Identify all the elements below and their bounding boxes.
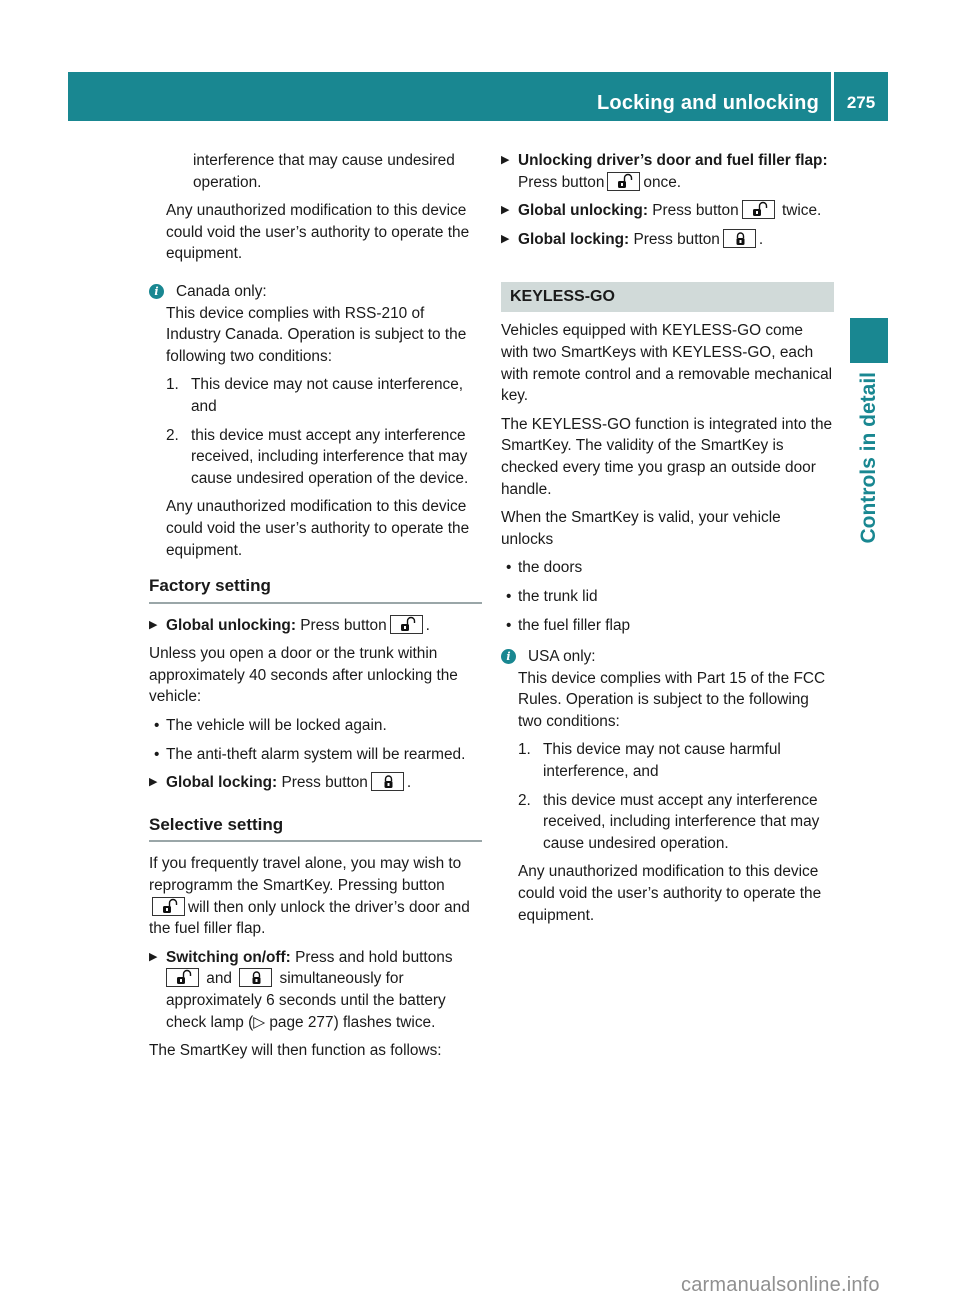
bullet-text: the doors [518, 559, 583, 577]
info-icon: i [501, 649, 516, 665]
selective-text-a: If you frequently travel alone, you may … [149, 855, 462, 895]
bullet-icon: • [154, 717, 160, 735]
bullet-icon: • [506, 616, 512, 634]
factory-bullet-2: • The anti-theft alarm system will be re… [149, 744, 482, 766]
selective-paragraph: If you frequently travel alone, you may … [149, 853, 482, 939]
left-column: interference that may cause undesired op… [149, 150, 482, 1069]
right-step-global-locking: ▶ Global locking: Press button. [501, 228, 834, 251]
bullet-icon: • [154, 745, 160, 763]
bullet-icon: • [506, 587, 512, 605]
canada-text: This device complies with RSS-210 of Ind… [166, 304, 467, 365]
intro-modification-note: Any unauthorized modification to this de… [166, 202, 470, 263]
factory-step-global-locking: ▶ Global locking: Press button. [149, 772, 482, 794]
condition-text: This device may not cause harmful interf… [543, 741, 781, 781]
condition-number: 2. [166, 426, 179, 444]
step-text: ) flashes twice. [333, 1013, 436, 1031]
side-tab-label: Controls in detail [857, 372, 880, 544]
watermark: carmanualsonline.info [681, 1274, 880, 1296]
info-icon: i [149, 283, 164, 299]
step-text: twice. [781, 202, 822, 220]
step-arrow-icon: ▶ [501, 204, 510, 217]
keyless-bullet-3: • the fuel filler flap [501, 615, 834, 637]
selective-step-switching: ▶ Switching on/off: Press and hold butto… [149, 947, 482, 1033]
right-column: ▶ Unlocking driver’s door and fuel fille… [501, 150, 834, 933]
selective-text-b: will then only unlock the driver’s door … [149, 898, 470, 938]
keyless-bullet-1: • the doors [501, 557, 834, 579]
usa-text: This device complies with Part 15 of the… [518, 669, 826, 730]
step-text: Press button [633, 230, 720, 248]
step-text: Press and hold buttons [295, 948, 453, 966]
canada-info-block: i Canada only: This device complies with… [149, 281, 482, 367]
condition-number: 1. [166, 376, 179, 394]
page-number: 275 [846, 93, 876, 112]
keyless-paragraph-2: The KEYLESS-GO function is integrated in… [501, 415, 833, 498]
keyless-paragraph-1: Vehicles equipped with KEYLESS-GO come w… [501, 322, 833, 405]
step-arrow-icon: ▶ [149, 618, 158, 631]
step-label: Switching on/off: [166, 948, 291, 966]
usa-condition-1: 1. This device may not cause harmful int… [501, 739, 834, 782]
canada-modification-note: Any unauthorized modification to this de… [166, 498, 470, 559]
right-step-global-unlocking: ▶ Global unlocking: Press button twice. [501, 200, 834, 222]
factory-bullet-1: • The vehicle will be locked again. [149, 715, 482, 737]
step-text: . [758, 230, 764, 248]
keyless-paragraph-3: When the SmartKey is valid, your vehicle… [501, 509, 781, 548]
step-label: Global locking: [518, 230, 630, 248]
step-text: Press button [281, 774, 368, 792]
unlock-key-icon [389, 614, 423, 634]
page-reference-link[interactable]: ▷ page 277 [253, 1014, 333, 1031]
keyless-go-heading: KEYLESS-GO [501, 282, 834, 313]
step-text: Press button [300, 616, 387, 634]
step-text: Press button [518, 173, 605, 191]
lock-key-icon [722, 228, 756, 248]
lock-key-icon [239, 968, 273, 988]
step-arrow-icon: ▶ [501, 232, 510, 245]
usa-condition-2: 2. this device must accept any interfere… [501, 790, 834, 855]
bullet-icon: • [506, 559, 512, 577]
bullet-text: the fuel filler flap [518, 616, 631, 634]
right-step-driver-door: ▶ Unlocking driver’s door and fuel fille… [501, 150, 834, 193]
step-label: Global unlocking: [166, 616, 296, 634]
canada-title: Canada only: [176, 282, 267, 300]
bullet-text: The vehicle will be locked again. [166, 717, 387, 735]
canada-condition-1: 1. This device may not cause interferenc… [149, 374, 482, 417]
unlock-key-icon [741, 200, 775, 220]
selective-setting-heading: Selective setting [149, 814, 482, 843]
bullet-text: The anti-theft alarm system will be rear… [166, 745, 466, 763]
unlock-key-icon [607, 171, 641, 191]
condition-number: 2. [518, 791, 531, 809]
usa-info-block: i USA only: This device complies with Pa… [501, 646, 834, 732]
unlock-key-icon [152, 896, 185, 916]
intro-continuation: interference that may cause undesired op… [193, 152, 455, 191]
factory-paragraph: Unless you open a door or the trunk with… [149, 645, 458, 706]
step-label: Unlocking driver’s door and fuel filler … [518, 152, 828, 169]
step-label: Global locking: [166, 774, 278, 792]
step-text: Press button [652, 202, 739, 220]
step-arrow-icon: ▶ [501, 154, 510, 166]
condition-text: this device must accept any interference… [191, 426, 469, 487]
step-text: and [206, 970, 232, 988]
selective-after: The SmartKey will then function as follo… [149, 1042, 442, 1060]
condition-text: this device must accept any interference… [543, 791, 820, 852]
lock-key-icon [370, 772, 404, 792]
factory-step-global-unlocking: ▶ Global unlocking: Press button. [149, 614, 482, 637]
unlock-key-icon [166, 968, 199, 988]
step-arrow-icon: ▶ [149, 776, 158, 789]
factory-setting-heading: Factory setting [149, 575, 482, 604]
step-arrow-icon: ▶ [149, 950, 158, 963]
condition-text: This device may not cause interference, … [191, 376, 464, 415]
condition-number: 1. [518, 741, 531, 759]
canada-condition-2: 2. this device must accept any interfere… [149, 425, 482, 490]
step-text: once. [643, 173, 682, 191]
usa-modification-note: Any unauthorized modification to this de… [518, 863, 822, 924]
chapter-title: Locking and unlocking [597, 92, 819, 114]
keyless-bullet-2: • the trunk lid [501, 586, 834, 608]
step-label: Global unlocking: [518, 202, 648, 220]
usa-title: USA only: [528, 648, 596, 666]
side-tab-marker [850, 318, 888, 363]
bullet-text: the trunk lid [518, 587, 598, 605]
